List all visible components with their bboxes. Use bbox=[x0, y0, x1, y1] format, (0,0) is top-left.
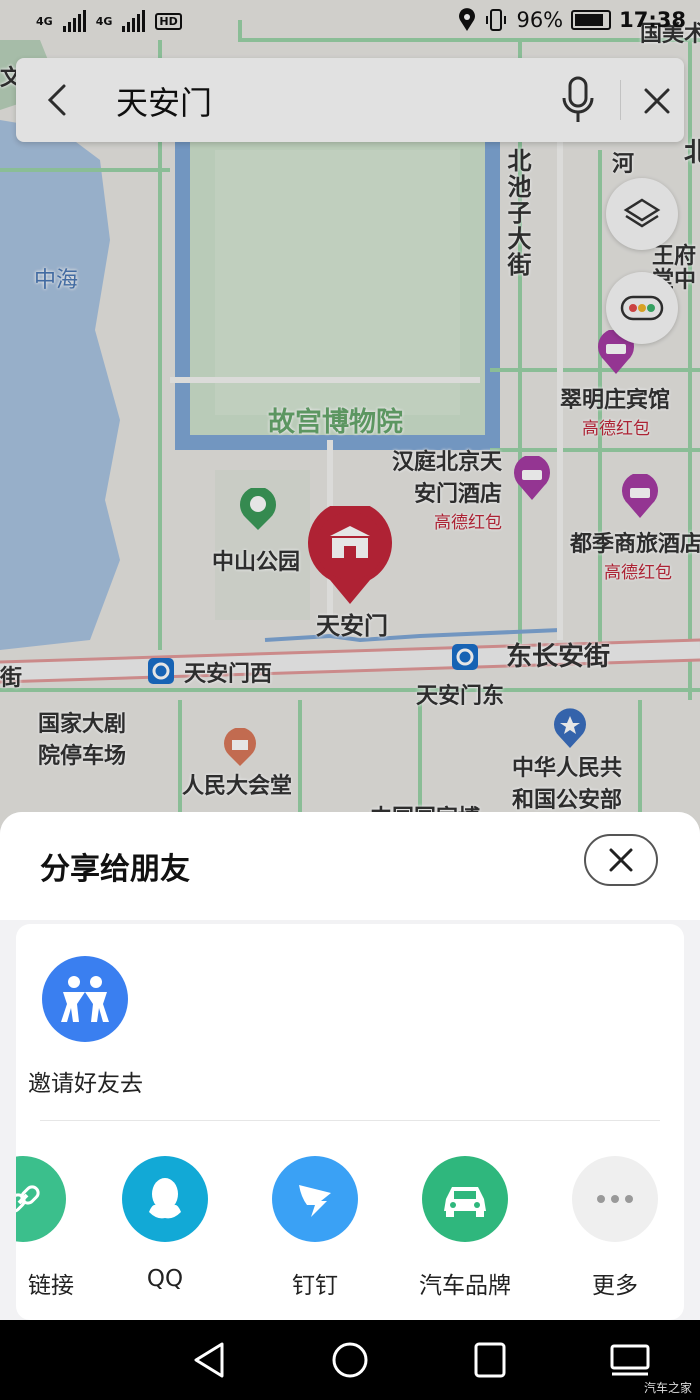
mps-line1: 中华人民共 bbox=[512, 756, 623, 781]
map-label-mps[interactable]: 中华人民共 和国公安部 bbox=[512, 750, 622, 814]
share-sheet-close-button[interactable] bbox=[584, 834, 658, 886]
layers-button[interactable] bbox=[606, 178, 678, 250]
hd-badge: HD bbox=[155, 12, 182, 30]
status-bar: 4G 4G HD 96% 17:38 bbox=[0, 0, 700, 46]
more-icon bbox=[572, 1156, 658, 1242]
share-car-brand-button[interactable]: 汽车品牌 bbox=[410, 1156, 520, 1306]
battery-icon bbox=[571, 10, 612, 30]
search-query[interactable]: 天安门 bbox=[116, 78, 212, 124]
share-sheet-header: 分享给朋友 bbox=[0, 812, 700, 920]
share-link-label: 链接 bbox=[28, 1273, 74, 1299]
share-options-card: 邀请好友去 链接 QQ 钉钉 汽车品牌 更多 bbox=[16, 924, 684, 1320]
link-icon bbox=[16, 1156, 66, 1242]
share-qq-button[interactable]: QQ bbox=[110, 1156, 220, 1306]
traffic-toggle-button[interactable] bbox=[606, 272, 678, 344]
signal-bars-2-icon bbox=[122, 10, 146, 32]
cuiming-redpacket: 高德红包 bbox=[582, 419, 650, 439]
nav-notifications-icon[interactable] bbox=[608, 1340, 652, 1380]
map-label-cuiming[interactable]: 翠明庄宾馆 高德红包 bbox=[560, 382, 670, 439]
watermark: 汽车之家 bbox=[643, 1381, 692, 1395]
hanting-redpacket: 高德红包 bbox=[434, 513, 503, 533]
dujis-name: 都季商旅酒店 bbox=[570, 532, 700, 557]
map-label-zhongshan-park[interactable]: 中山公园 bbox=[212, 544, 300, 576]
share-more-label: 更多 bbox=[592, 1273, 638, 1299]
map-label-partial-right[interactable]: 北 bbox=[684, 132, 700, 169]
signal-bars-1-icon bbox=[62, 10, 86, 32]
map-label-great-hall[interactable]: 人民大会堂 bbox=[182, 768, 292, 800]
map-label-palace-museum[interactable]: 故宫博物院 bbox=[268, 400, 403, 439]
search-divider bbox=[620, 80, 621, 120]
share-qq-label: QQ bbox=[146, 1266, 184, 1292]
nav-back-icon[interactable] bbox=[188, 1340, 232, 1380]
share-link-button[interactable]: 链接 bbox=[16, 1156, 78, 1306]
map-label-tiananmen[interactable]: 天安门 bbox=[316, 606, 388, 641]
nav-recents-icon[interactable] bbox=[468, 1340, 512, 1380]
clock: 17:38 bbox=[619, 8, 686, 32]
map-label-zhonghai[interactable]: 中海 bbox=[34, 262, 78, 294]
microphone-icon[interactable] bbox=[556, 74, 600, 126]
invite-friends-button[interactable] bbox=[42, 956, 128, 1042]
two-people-icon bbox=[61, 976, 109, 1022]
map-label-dujis[interactable]: 都季商旅酒店 高德红包 bbox=[570, 526, 700, 583]
vibrate-icon bbox=[486, 9, 507, 31]
theatre-line1: 国家大剧 bbox=[38, 712, 127, 737]
map-label-street-left[interactable]: 街 bbox=[0, 660, 22, 692]
map-label-dongchangan[interactable]: 东长安街 bbox=[506, 636, 610, 673]
hanting-line2: 安门酒店 bbox=[414, 482, 503, 507]
invite-friends-label[interactable]: 邀请好友去 bbox=[28, 1064, 143, 1098]
share-dingtalk-label: 钉钉 bbox=[292, 1273, 338, 1299]
close-icon bbox=[609, 848, 633, 872]
traffic-icon bbox=[620, 295, 664, 321]
map-label-beichizi[interactable]: 北池子大街 bbox=[500, 148, 535, 278]
share-more-button[interactable]: 更多 bbox=[560, 1156, 670, 1306]
clear-search-icon[interactable] bbox=[638, 82, 676, 120]
share-sheet: 分享给朋友 邀请好友去 链接 QQ 钉钉 汽车品牌 更多 bbox=[0, 812, 700, 1320]
dingtalk-icon bbox=[272, 1156, 358, 1242]
mps-line2: 和国公安部 bbox=[512, 788, 623, 813]
network-type-2: 4G bbox=[95, 14, 113, 28]
back-arrow-icon[interactable] bbox=[38, 78, 78, 122]
battery-percent: 96% bbox=[516, 8, 564, 32]
theatre-line2: 院停车场 bbox=[38, 744, 127, 769]
qq-icon bbox=[122, 1156, 208, 1242]
hanting-line1: 汉庭北京天 bbox=[392, 450, 503, 475]
share-sheet-title: 分享给朋友 bbox=[40, 852, 190, 887]
share-divider bbox=[40, 1120, 660, 1121]
cuiming-name: 翠明庄宾馆 bbox=[560, 388, 671, 413]
location-icon bbox=[459, 8, 476, 31]
system-nav-bar: 汽车之家 bbox=[0, 1320, 700, 1400]
nav-home-icon[interactable] bbox=[328, 1340, 372, 1380]
map-label-tiananmen-east[interactable]: 天安门东 bbox=[416, 678, 504, 710]
map-label-theatre-parking[interactable]: 国家大剧 院停车场 bbox=[38, 706, 126, 770]
share-dingtalk-button[interactable]: 钉钉 bbox=[260, 1156, 370, 1306]
map-label-partial-right2[interactable]: 河 bbox=[612, 146, 634, 178]
share-car-brand-label: 汽车品牌 bbox=[419, 1273, 511, 1299]
car-icon bbox=[422, 1156, 508, 1242]
map-label-tiananmen-west[interactable]: 天安门西 bbox=[184, 656, 272, 688]
map-label-hanting[interactable]: 汉庭北京天 安门酒店 高德红包 bbox=[392, 444, 502, 533]
layers-icon bbox=[623, 198, 661, 228]
search-bar[interactable]: 天安门 bbox=[16, 58, 684, 142]
network-type-1: 4G bbox=[36, 14, 53, 28]
dujis-redpacket: 高德红包 bbox=[604, 563, 672, 583]
